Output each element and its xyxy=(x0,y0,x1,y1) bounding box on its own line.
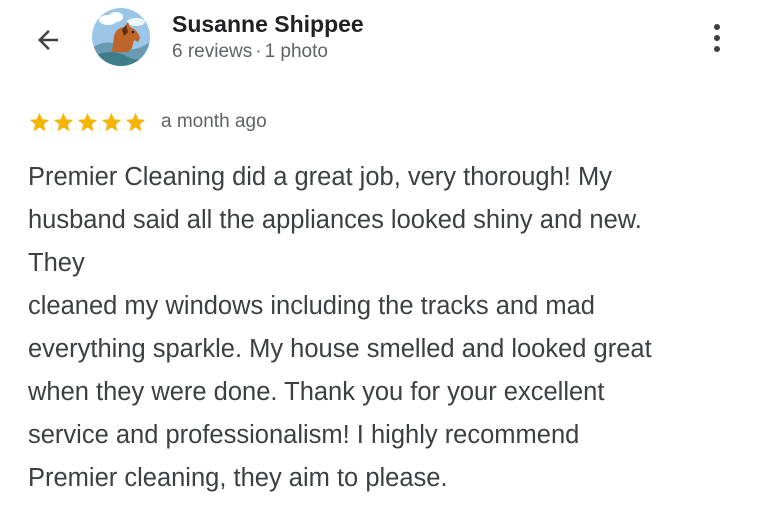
review-count: 6 reviews xyxy=(172,41,253,62)
avatar-image xyxy=(92,8,150,66)
meta-separator: · xyxy=(255,41,262,62)
more-options-button[interactable] xyxy=(700,18,734,58)
review-time: a month ago xyxy=(161,111,267,132)
photo-count: 1 photo xyxy=(264,41,328,62)
star-icon xyxy=(53,112,74,131)
review-header: Susanne Shippee 6 reviews · 1 photo xyxy=(0,0,768,80)
rating-row: a month ago xyxy=(28,108,267,136)
arrow-back-icon xyxy=(38,30,58,50)
avatar[interactable] xyxy=(92,8,150,66)
back-button[interactable] xyxy=(28,20,68,60)
reviewer-meta: 6 reviews · 1 photo xyxy=(172,40,328,64)
star-icon xyxy=(125,112,146,131)
reviewer-name[interactable]: Susanne Shippee xyxy=(172,10,364,38)
more-vert-icon-dot-2 xyxy=(714,35,720,41)
star-rating xyxy=(28,111,147,134)
star-icon xyxy=(77,112,98,131)
review-text: Premier Cleaning did a great job, very t… xyxy=(28,163,652,492)
star-icon xyxy=(101,112,122,131)
more-vert-icon-dot-3 xyxy=(714,46,720,52)
more-vert-icon xyxy=(714,24,720,30)
star-icon xyxy=(29,112,50,131)
